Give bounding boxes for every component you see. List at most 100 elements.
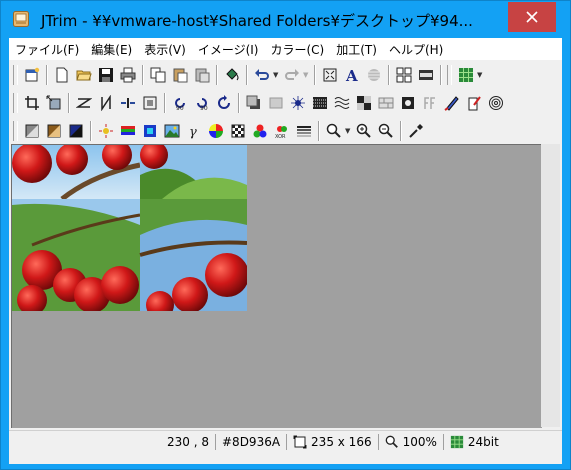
center-button[interactable] [117, 92, 139, 114]
undo-button[interactable] [251, 64, 273, 86]
text-button[interactable]: A [341, 64, 363, 86]
gradient-bars-button[interactable] [293, 120, 315, 142]
save-icon [99, 68, 113, 82]
wave-button[interactable] [331, 92, 353, 114]
redo-dropdown[interactable]: ▼ [303, 71, 311, 79]
ff-icon [424, 97, 435, 109]
title-bar[interactable]: JTrim - ¥¥vmware-host¥Shared Folders¥デスク… [1, 1, 570, 37]
color-wheel-button[interactable] [205, 120, 227, 142]
xor-icon: XOR [275, 126, 287, 139]
rgb-dots-button[interactable] [249, 120, 271, 142]
save-button[interactable] [95, 64, 117, 86]
flip-horizontal-button[interactable] [73, 92, 95, 114]
pixel-color-value: #8D936A [222, 435, 281, 449]
zoom-in-button[interactable] [353, 120, 375, 142]
resize-button[interactable] [43, 92, 65, 114]
flip-horizontal-icon [76, 98, 92, 108]
copy-icon [150, 67, 166, 83]
toolbar-grip[interactable] [13, 121, 18, 141]
menu-edit[interactable]: 編集(E) [85, 41, 138, 58]
checker-button[interactable] [227, 120, 249, 142]
blur-button[interactable] [397, 92, 419, 114]
zoom-dropdown[interactable]: ▼ [345, 127, 353, 135]
paste-new-button[interactable] [191, 64, 213, 86]
menu-image[interactable]: イメージ(I) [192, 41, 265, 58]
pixel-color: #8D936A [222, 435, 280, 449]
menu-process[interactable]: 加工(T) [330, 41, 383, 58]
grayscale-button[interactable] [21, 120, 43, 142]
toolbar-grip[interactable] [447, 65, 452, 85]
copy-button[interactable] [147, 64, 169, 86]
rotate-left-90-icon: 90 [175, 98, 185, 111]
toolbar-grip[interactable] [13, 93, 18, 113]
toolbar-separator [46, 65, 48, 85]
redo-button[interactable] [281, 64, 303, 86]
undo-icon [255, 69, 269, 80]
negative-button[interactable] [65, 120, 87, 142]
new-window-button[interactable] [21, 64, 43, 86]
toolbar-separator [314, 65, 316, 85]
color-grid-dropdown[interactable]: ▼ [477, 71, 485, 79]
rotate-right-90-button[interactable]: 90 [191, 92, 213, 114]
menu-color[interactable]: カラー(C) [264, 41, 330, 58]
flat-square-button[interactable] [265, 92, 287, 114]
status-separator [286, 434, 288, 450]
xor-button[interactable]: XOR [271, 120, 293, 142]
zoom-out-button[interactable] [375, 120, 397, 142]
ff-button[interactable] [419, 92, 441, 114]
blur-icon [402, 97, 414, 109]
ink-button[interactable] [463, 92, 485, 114]
crop-button[interactable] [21, 92, 43, 114]
jtrim-app-icon [13, 11, 29, 27]
gradient-circle-button[interactable] [363, 64, 385, 86]
open-button[interactable] [73, 64, 95, 86]
eyedropper-button[interactable] [405, 120, 427, 142]
fill-button[interactable] [221, 64, 243, 86]
color-balance-button[interactable] [139, 120, 161, 142]
film-strip-button[interactable] [415, 64, 437, 86]
status-bar: 230 , 8 #8D936A 235 x 166 100% 24bit [9, 430, 562, 453]
close-button[interactable] [508, 2, 556, 32]
emboss-button[interactable] [353, 92, 375, 114]
menu-view[interactable]: 表示(V) [138, 41, 192, 58]
picture-button[interactable] [161, 120, 183, 142]
shadow-button[interactable] [243, 92, 265, 114]
brick-button[interactable] [375, 92, 397, 114]
image-canvas-area[interactable] [11, 144, 542, 428]
mosaic-button[interactable] [309, 92, 331, 114]
frame-button[interactable] [139, 92, 161, 114]
print-button[interactable] [117, 64, 139, 86]
gamma-button[interactable]: γ [183, 120, 205, 142]
paste-icon [173, 68, 188, 83]
grid-view-button[interactable] [393, 64, 415, 86]
print-icon [120, 67, 136, 83]
resize-icon [46, 95, 61, 110]
text-icon: A [345, 67, 358, 83]
eyedropper-icon [409, 124, 423, 138]
rotate-button[interactable] [213, 92, 235, 114]
cursor-coords: 230 , 8 [9, 435, 209, 449]
zoom-menu-button[interactable] [323, 120, 345, 142]
cherry-image[interactable] [12, 145, 247, 311]
rotate-left-90-button[interactable]: 90 [169, 92, 191, 114]
pen-button[interactable] [441, 92, 463, 114]
undo-dropdown[interactable]: ▼ [273, 71, 281, 79]
sparkle-button[interactable] [287, 92, 309, 114]
sepia-button[interactable] [43, 120, 65, 142]
color-grid-button[interactable] [455, 64, 477, 86]
posterize-button[interactable] [95, 120, 117, 142]
vertical-scrollbar-track[interactable] [541, 144, 560, 427]
menu-help[interactable]: ヘルプ(H) [383, 41, 449, 58]
fit-window-button[interactable] [319, 64, 341, 86]
flip-vertical-button[interactable] [95, 92, 117, 114]
new-window-icon [25, 67, 40, 82]
toolbar-separator [164, 93, 166, 113]
menu-file[interactable]: ファイル(F) [9, 41, 85, 58]
rgb-bars-button[interactable] [117, 120, 139, 142]
emboss-icon [357, 96, 371, 110]
toolbar-grip[interactable] [13, 65, 18, 85]
toolbar-transform: 90 90 [11, 90, 507, 116]
spiral-button[interactable] [485, 92, 507, 114]
paste-button[interactable] [169, 64, 191, 86]
new-file-button[interactable] [51, 64, 73, 86]
